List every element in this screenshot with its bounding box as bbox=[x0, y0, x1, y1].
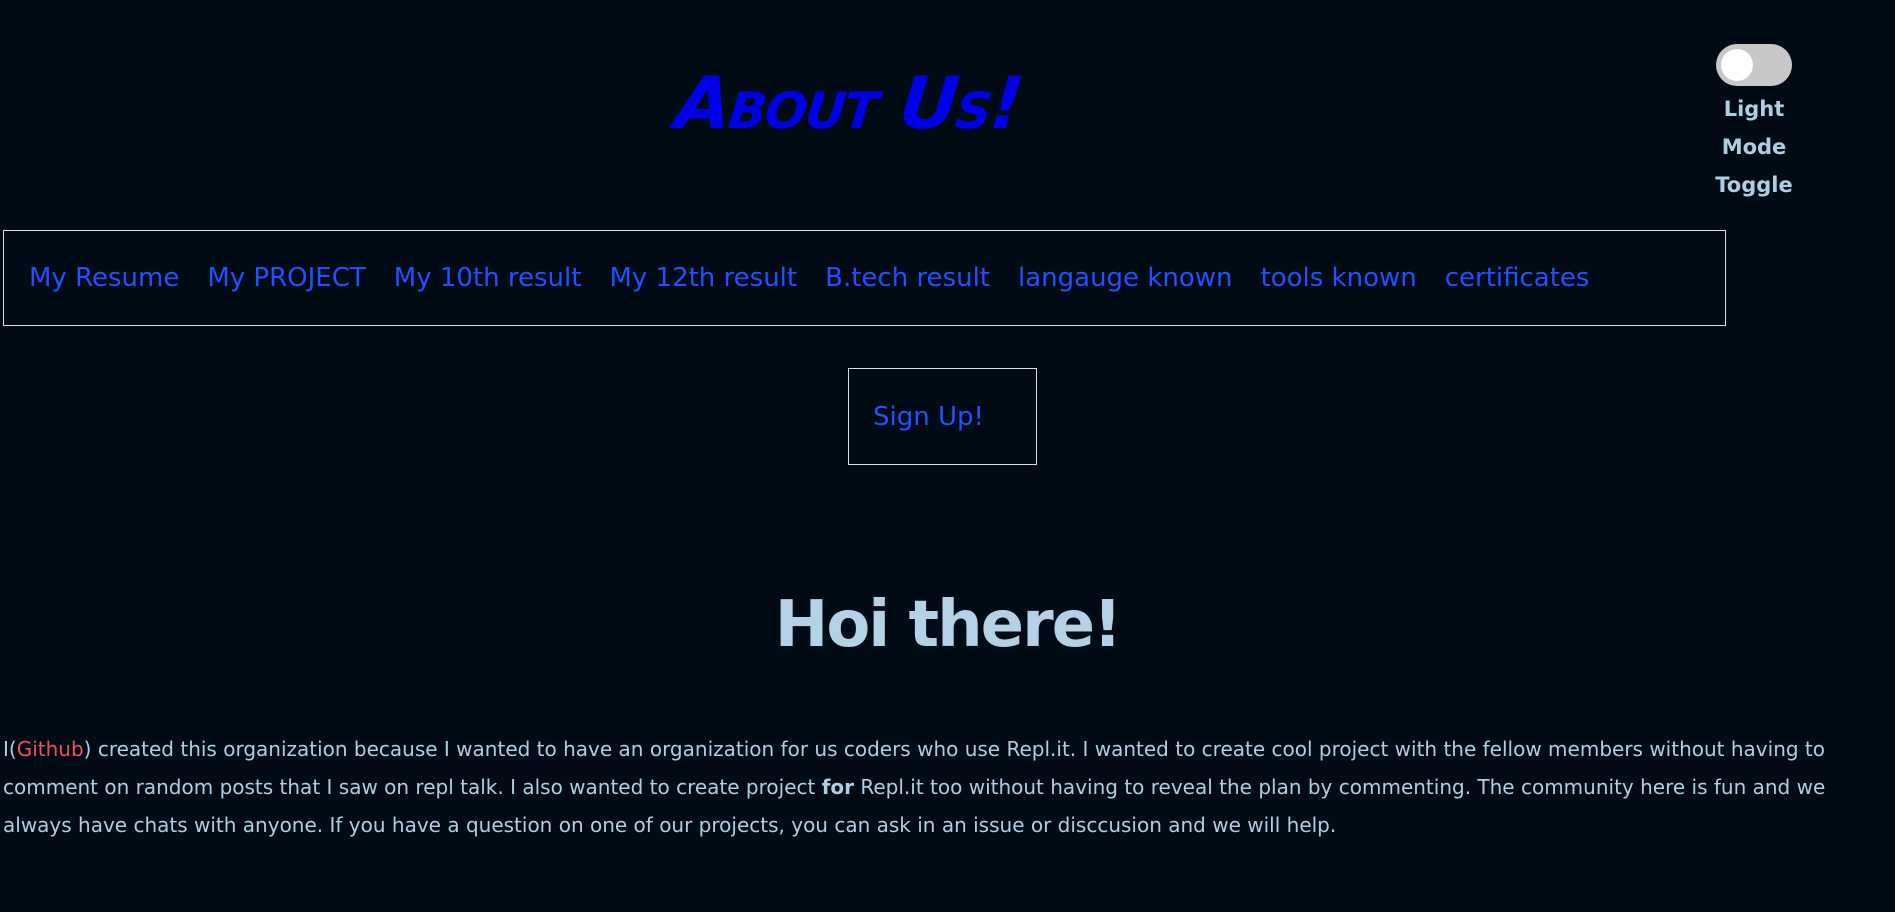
nav-link-btech-result[interactable]: B.tech result bbox=[825, 263, 990, 293]
paragraph-bold-word: for bbox=[821, 775, 855, 799]
toggle-label: Light Mode Toggle bbox=[1715, 97, 1793, 197]
about-paragraph: I(Github) created this organization beca… bbox=[3, 730, 1883, 844]
nav-link-project[interactable]: My PROJECT bbox=[207, 263, 365, 293]
nav-link-12th-result[interactable]: My 12th result bbox=[609, 263, 797, 293]
toggle-switch[interactable] bbox=[1716, 44, 1792, 86]
nav-link-certificates[interactable]: certificates bbox=[1445, 263, 1590, 293]
toggle-knob bbox=[1721, 49, 1753, 81]
github-link[interactable]: Github bbox=[17, 737, 84, 761]
signup-box: Sign Up! bbox=[848, 368, 1037, 465]
hero-heading: Hoi there! bbox=[774, 588, 1122, 662]
nav-link-tools-known[interactable]: tools known bbox=[1261, 263, 1417, 293]
nav-bar: My Resume My PROJECT My 10th result My 1… bbox=[3, 230, 1726, 326]
nav-link-10th-result[interactable]: My 10th result bbox=[394, 263, 582, 293]
nav-link-resume[interactable]: My Resume bbox=[29, 263, 179, 293]
paragraph-prefix: I( bbox=[3, 737, 17, 761]
nav-link-language-known[interactable]: langauge known bbox=[1018, 263, 1233, 293]
light-mode-toggle[interactable]: Light Mode Toggle bbox=[1710, 44, 1798, 204]
signup-button[interactable]: Sign Up! bbox=[873, 402, 984, 432]
page-title: About Us! bbox=[671, 61, 1026, 145]
